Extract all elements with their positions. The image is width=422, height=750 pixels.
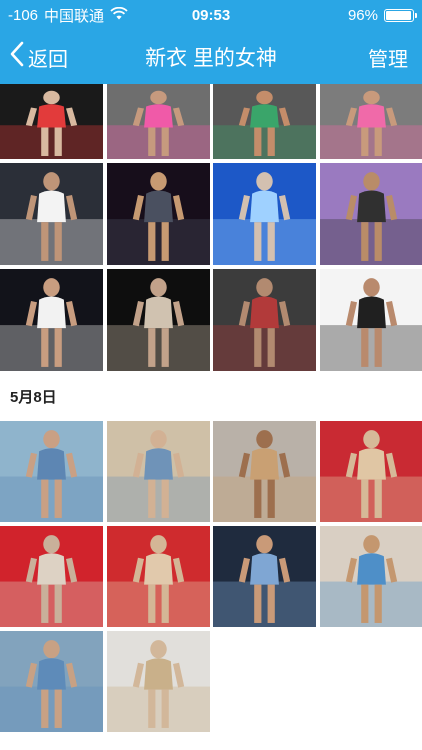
battery-icon: [384, 8, 417, 22]
photo-image: [106, 430, 210, 522]
status-bar-left: -106 中国联通: [8, 5, 128, 26]
photo-image: [213, 90, 317, 159]
status-bar: -106 中国联通 09:53 96%: [0, 0, 422, 30]
photo-image: [213, 430, 317, 522]
photo-image: [0, 430, 103, 522]
photo-thumbnail[interactable]: [0, 526, 103, 627]
back-button[interactable]: 返回: [10, 30, 68, 84]
photo-thumbnail[interactable]: [0, 631, 103, 732]
photo-thumbnail[interactable]: [213, 84, 317, 159]
photo-thumbnail[interactable]: [319, 421, 422, 522]
photo-thumbnail[interactable]: [319, 526, 422, 627]
photo-image: [213, 278, 317, 371]
photo-image: [106, 640, 210, 732]
photo-image: [106, 90, 210, 159]
photo-thumbnail[interactable]: [319, 84, 422, 159]
photo-image: [106, 172, 210, 265]
photo-image: [319, 90, 422, 159]
photo-image: [0, 278, 103, 371]
photo-thumbnail[interactable]: [106, 421, 210, 522]
photo-image: [106, 278, 210, 371]
photo-image: [319, 535, 422, 627]
photo-thumbnail[interactable]: [106, 163, 210, 265]
photo-thumbnail[interactable]: [0, 163, 103, 265]
photo-thumbnail[interactable]: [106, 84, 210, 159]
photo-image: [0, 172, 103, 265]
photo-image: [319, 430, 422, 522]
chevron-left-icon: [10, 41, 24, 73]
photo-grid: [0, 421, 422, 732]
photo-grid: [0, 84, 422, 371]
page-title: 新衣 里的女神: [145, 47, 277, 70]
photo-thumbnail[interactable]: [319, 163, 422, 265]
photo-image: [213, 535, 317, 627]
photo-thumbnail[interactable]: [213, 421, 317, 522]
photo-thumbnail[interactable]: [213, 163, 317, 265]
battery-fill: [386, 10, 411, 20]
photo-thumbnail[interactable]: [106, 269, 210, 371]
photo-thumbnail[interactable]: [213, 526, 317, 627]
photo-thumbnail[interactable]: [0, 269, 103, 371]
nav-bar: 返回 新衣 里的女神 管理: [0, 30, 422, 84]
photo-thumbnail[interactable]: [0, 421, 103, 522]
carrier-name: 中国联通: [44, 7, 105, 25]
photo-image: [213, 172, 317, 265]
photo-image: [106, 535, 210, 627]
manage-button[interactable]: 管理: [368, 30, 408, 84]
photo-image: [319, 172, 422, 265]
section-date: 5月8日: [10, 388, 57, 406]
photo-image: [0, 90, 103, 159]
back-label: 返回: [28, 48, 68, 71]
status-bar-right: 96%: [347, 6, 417, 24]
photo-image: [0, 640, 103, 732]
photo-thumbnail[interactable]: [0, 84, 103, 159]
photo-image: [0, 535, 103, 627]
photo-thumbnail[interactable]: [319, 269, 422, 371]
photo-thumbnail[interactable]: [106, 526, 210, 627]
signal-strength: -106: [8, 6, 39, 24]
wifi-icon: [110, 6, 128, 24]
photo-thumbnail[interactable]: [106, 631, 210, 732]
photo-thumbnail[interactable]: [213, 269, 317, 371]
photo-list[interactable]: 5月8日: [0, 84, 422, 750]
battery-percent: 96%: [347, 6, 378, 24]
photo-image: [319, 278, 422, 371]
